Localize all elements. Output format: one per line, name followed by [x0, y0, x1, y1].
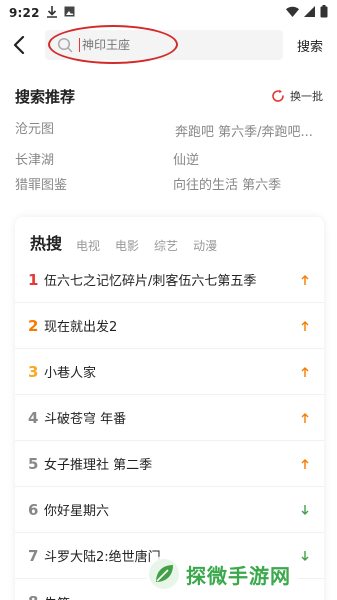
tab-tv[interactable]: 电视	[76, 237, 100, 254]
tab-anime[interactable]: 动漫	[193, 237, 217, 254]
search-icon	[57, 37, 73, 53]
download-icon	[46, 5, 57, 21]
watermark-text: 探微手游网	[186, 563, 291, 588]
refresh-button[interactable]: 换一批	[271, 88, 323, 104]
hot-rank: 2	[28, 316, 39, 335]
search-box[interactable]	[45, 30, 283, 60]
search-input[interactable]	[82, 38, 242, 52]
back-button[interactable]	[8, 34, 30, 56]
leaf-logo-icon	[149, 559, 179, 589]
hot-row[interactable]: 2 现在就出发2	[15, 303, 324, 349]
hot-title: 女子推理社 第二季	[44, 458, 153, 473]
recommend-title: 搜索推荐	[15, 88, 76, 106]
trend-up-icon	[300, 366, 310, 378]
status-time: 9:22	[9, 6, 40, 20]
recommend-item[interactable]: 向往的生活 第六季	[173, 174, 281, 193]
hot-search-card: 热搜 电视 电影 综艺 动漫 1 伍六七之记忆碎片/刺客伍六七第五季 2 现在就…	[15, 217, 324, 600]
refresh-icon	[271, 89, 285, 103]
hot-title: 小巷人家	[44, 366, 97, 381]
hot-rank: 1	[28, 270, 39, 289]
hot-rank: 4	[28, 408, 39, 427]
hot-rank: 3	[28, 362, 39, 381]
trend-up-icon	[300, 412, 310, 424]
recommend-item[interactable]: 奔跑吧 第六季/奔跑吧...	[175, 121, 313, 140]
hot-tabs: 热搜 电视 电影 综艺 动漫	[30, 230, 232, 254]
battery-icon	[320, 5, 328, 21]
recommend-item[interactable]: 长津湖	[15, 149, 54, 168]
tab-variety[interactable]: 综艺	[154, 237, 178, 254]
trend-down-icon	[300, 504, 310, 516]
hot-title: 斗破苍穹 年番	[44, 412, 127, 427]
refresh-label: 换一批	[290, 90, 323, 103]
text-cursor	[79, 38, 80, 52]
recommend-item[interactable]: 沧元图	[15, 118, 54, 137]
signal-icon	[304, 6, 315, 20]
wifi-icon	[286, 6, 299, 20]
tab-movie[interactable]: 电影	[115, 237, 139, 254]
search-header: 搜索	[0, 28, 337, 62]
trend-down-icon	[300, 550, 310, 562]
hot-rank: 6	[28, 500, 39, 519]
hot-title: 现在就出发2	[44, 320, 118, 335]
back-arrow-icon	[13, 36, 25, 54]
search-button[interactable]: 搜索	[297, 36, 323, 55]
trend-up-icon	[300, 274, 310, 286]
hot-title: 斗罗大陆2:绝世唐门	[44, 550, 161, 565]
status-bar: 9:22	[0, 0, 337, 26]
hot-row[interactable]: 6 你好星期六	[15, 487, 324, 533]
hot-title: 失笑	[44, 593, 70, 600]
trend-up-icon	[300, 458, 310, 470]
status-right	[286, 5, 328, 21]
hot-row[interactable]: 4 斗破苍穹 年番	[15, 395, 324, 441]
hot-rank: 7	[28, 546, 39, 565]
image-notification-icon	[64, 6, 75, 20]
recommend-item[interactable]: 猎罪图鉴	[15, 174, 67, 193]
tab-hot[interactable]: 热搜	[30, 230, 62, 254]
hot-row[interactable]: 5 女子推理社 第二季	[15, 441, 324, 487]
hot-rank: 8	[28, 593, 44, 600]
recommend-item[interactable]: 仙逆	[173, 149, 199, 168]
hot-title: 你好星期六	[44, 504, 110, 519]
hot-title: 伍六七之记忆碎片/刺客伍六七第五季	[44, 274, 257, 289]
watermark: 探微手游网	[146, 556, 299, 592]
hot-rank: 5	[28, 454, 39, 473]
trend-up-icon	[300, 320, 310, 332]
hot-row[interactable]: 1 伍六七之记忆碎片/刺客伍六七第五季	[15, 257, 324, 303]
hot-row[interactable]: 3 小巷人家	[15, 349, 324, 395]
